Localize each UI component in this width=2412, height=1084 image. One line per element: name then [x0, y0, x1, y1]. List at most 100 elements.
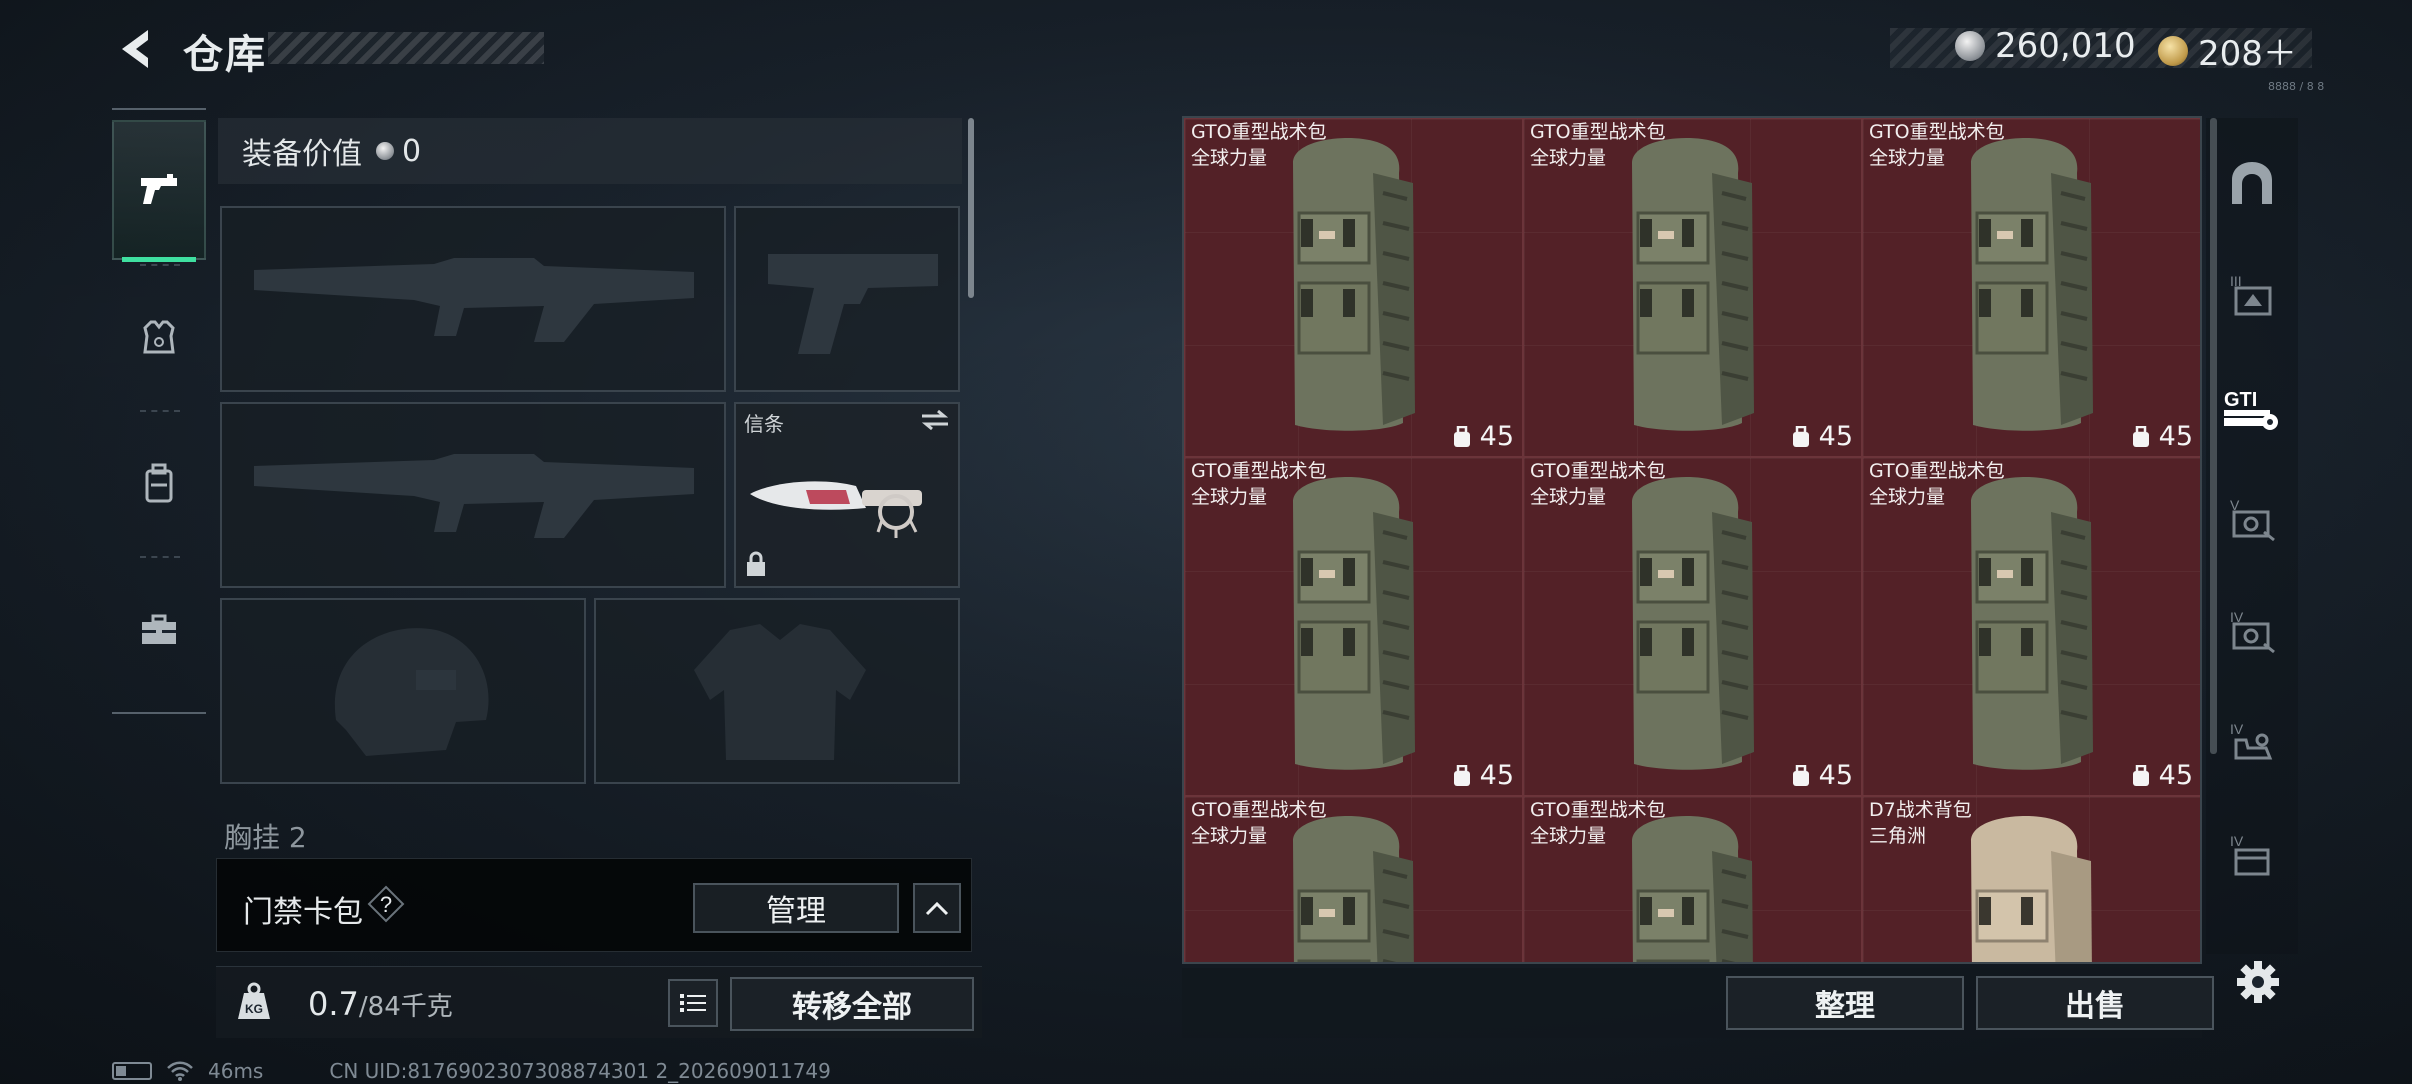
rnav-tier-iii[interactable]: III — [2216, 260, 2288, 332]
sell-button[interactable]: 出售 — [1976, 976, 2214, 1030]
item-name: GTO重型战术包 — [1869, 121, 2005, 143]
item-faction: 全球力量 — [1191, 486, 1268, 508]
item-capacity-value: 45 — [1479, 760, 1514, 791]
backpack-durability-icon — [2132, 764, 2149, 786]
melee-slot[interactable]: 信条 — [734, 402, 960, 588]
backpack-durability-icon — [1792, 425, 1809, 447]
status-bar: 46ms CN UID:8176902307308874301 2_202609… — [112, 1058, 831, 1084]
item-capacity: 45 — [1452, 760, 1514, 791]
item-capacity-value: 45 — [1818, 760, 1853, 791]
backpack-durability-icon — [2132, 425, 2149, 447]
storage-item-cell[interactable]: GTO重型战术包 全球力量 45 — [1184, 457, 1523, 796]
item-faction: 全球力量 — [1869, 486, 1946, 508]
storage-item-cell[interactable]: GTO重型战术包 全球力量 45 — [1184, 118, 1523, 457]
item-name: GTO重型战术包 — [1191, 460, 1327, 482]
nav-divider — [140, 410, 180, 412]
sidearm-slot[interactable] — [734, 206, 960, 392]
silver-coin-icon — [376, 142, 394, 160]
silver-currency[interactable]: 260,010 — [1955, 26, 2136, 66]
storage-item-cell[interactable]: GTO重型战术包 全球力量 — [1523, 796, 1862, 962]
item-faction: 全球力量 — [1530, 147, 1607, 169]
back-arrow-icon — [122, 30, 148, 68]
left-category-nav — [112, 108, 206, 714]
manage-button[interactable]: 管理 — [693, 883, 899, 933]
storage-item-cell[interactable]: GTO重型战术包 全球力量 45 — [1523, 118, 1862, 457]
tan-backpack-image — [1951, 811, 2101, 962]
help-icon[interactable]: ? — [367, 885, 405, 923]
nav-backpack[interactable] — [112, 414, 206, 554]
rnav-tier-iv-a[interactable]: IV — [2216, 596, 2288, 668]
gold-currency[interactable]: 208＋ — [2158, 26, 2297, 75]
svg-text:IV: IV — [2230, 833, 2244, 849]
equipment-value-row: 装备价值 0 — [218, 118, 962, 184]
weight-kg-icon: KG — [234, 981, 274, 1027]
item-capacity: 45 — [1791, 421, 1853, 452]
back-button[interactable] — [110, 22, 160, 76]
item-capacity: 45 — [2131, 421, 2193, 452]
equipment-scrollbar[interactable] — [968, 118, 974, 298]
nav-divider — [140, 556, 180, 558]
pistol-placeholder-icon — [768, 254, 938, 354]
melee-slot-label: 信条 — [744, 412, 784, 436]
keycard-case-label: 门禁卡包 — [243, 895, 363, 930]
arch-icon — [2232, 162, 2272, 204]
nav-supplies[interactable] — [112, 560, 206, 700]
collapse-button[interactable] — [913, 883, 961, 933]
storage-items: GTO重型战术包 全球力量 45 GTO重型战术包 全球力量 45 GTO重型战术包 全球力量… — [1184, 118, 2200, 962]
item-name: GTO重型战术包 — [1869, 460, 2005, 482]
item-capacity-value: 45 — [1479, 421, 1514, 452]
title-decoration — [268, 32, 544, 64]
primary-weapon-slot-1[interactable] — [220, 206, 726, 392]
backpack-durability-icon — [1453, 764, 1470, 786]
weight-max: /84千克 — [358, 992, 453, 1022]
item-name: GTO重型战术包 — [1530, 460, 1666, 482]
armor-slot[interactable] — [594, 598, 960, 784]
rnav-gti[interactable]: GTI — [2216, 372, 2288, 444]
item-capacity: 45 — [1452, 421, 1514, 452]
toolbox-icon — [142, 614, 176, 644]
keycard-case-bar: 门禁卡包 ? 管理 — [216, 858, 972, 952]
storage-item-cell[interactable]: GTO重型战术包 全球力量 45 — [1862, 457, 2200, 796]
lock-icon — [744, 550, 768, 582]
rnav-all[interactable] — [2216, 148, 2288, 220]
list-icon — [680, 994, 706, 1012]
storage-actions: 整理 出售 — [1182, 968, 2214, 1038]
tier-iv-box-icon: IV — [2230, 833, 2270, 876]
nav-weapons[interactable] — [112, 120, 206, 262]
item-faction: 全球力量 — [1530, 486, 1607, 508]
tier-v-camera-icon: V — [2230, 497, 2275, 542]
svg-text:KG: KG — [245, 1002, 263, 1016]
rnav-tier-iv-b[interactable]: IV — [2216, 708, 2288, 780]
uid-readout: CN UID:8176902307308874301 2_20260901174… — [329, 1059, 831, 1083]
nav-armor[interactable] — [112, 268, 206, 408]
rnav-tier-v[interactable]: V — [2216, 484, 2288, 556]
item-faction: 全球力量 — [1191, 147, 1268, 169]
storage-item-cell[interactable]: GTO重型战术包 全球力量 45 — [1523, 457, 1862, 796]
list-view-button[interactable] — [668, 979, 718, 1027]
helmet-slot[interactable] — [220, 598, 586, 784]
item-capacity: 45 — [2131, 760, 2193, 791]
backpack-durability-icon — [1453, 425, 1470, 447]
item-name: D7战术背包 — [1869, 799, 1972, 821]
transfer-all-button[interactable]: 转移全部 — [730, 977, 974, 1031]
item-capacity-value: 45 — [1818, 421, 1853, 452]
equipment-panel: 装备价值 0 信条 胸挂 2 门禁卡包 ? 管理 KG 0.7/84千克 转移全… — [210, 110, 982, 1038]
storage-item-cell[interactable]: D7战术背包 三角洲 — [1862, 796, 2200, 962]
storage-item-cell[interactable]: GTO重型战术包 全球力量 45 — [1862, 118, 2200, 457]
sort-button[interactable]: 整理 — [1726, 976, 1964, 1030]
gear-icon — [2237, 961, 2279, 1003]
settings-button[interactable] — [2232, 956, 2284, 1008]
nav-divider — [140, 264, 180, 266]
rnav-tier-iv-c[interactable]: IV — [2216, 820, 2288, 892]
gti-badge-icon: GTI — [2224, 389, 2278, 430]
top-bar: 仓库 260,010 208＋ 8888 / 8 8 — [0, 0, 2412, 100]
item-name: GTO重型战术包 — [1530, 121, 1666, 143]
rifle-placeholder-icon — [254, 258, 694, 342]
storage-item-cell[interactable]: GTO重型战术包 全球力量 — [1184, 796, 1523, 962]
item-faction: 全球力量 — [1530, 825, 1607, 847]
backpack-durability-icon — [1792, 764, 1809, 786]
item-name: GTO重型战术包 — [1191, 121, 1327, 143]
primary-weapon-slot-2[interactable] — [220, 402, 726, 588]
swap-icon[interactable] — [920, 408, 950, 436]
green-backpack-image — [1951, 472, 2101, 795]
